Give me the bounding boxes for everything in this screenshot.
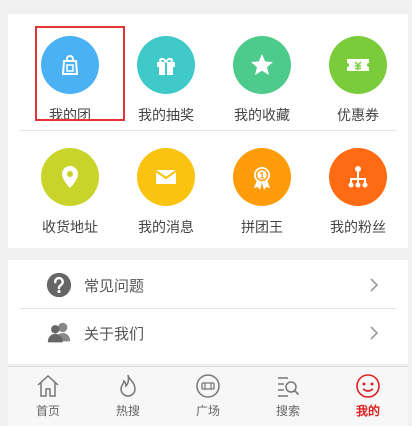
list-item-label: 常见问题 <box>84 276 145 295</box>
location-pin-icon <box>41 148 99 206</box>
list-divider <box>20 308 396 309</box>
tab-trending[interactable]: 热搜 <box>88 367 168 426</box>
grid-item-group-king[interactable]: 1 拼团王 <box>214 148 310 237</box>
grid-item-label: 收货地址 <box>42 220 98 236</box>
tab-mine[interactable]: 我的 <box>328 367 408 426</box>
tab-label: 热搜 <box>115 404 140 418</box>
people-icon <box>44 318 74 348</box>
grid-divider <box>20 130 396 131</box>
flame-icon <box>120 374 136 397</box>
tab-label: 搜索 <box>275 404 300 418</box>
medal-icon: 1 <box>233 148 291 206</box>
tab-label: 我的 <box>355 404 380 418</box>
grid-item-my-fans[interactable]: 我的粉丝 <box>310 148 406 237</box>
grid-item-label: 我的抽奖 <box>138 108 194 124</box>
grid-item-label: 拼团王 <box>241 220 283 236</box>
grid-item-coupons[interactable]: 优惠券 <box>310 36 406 125</box>
chevron-right-icon <box>370 278 379 292</box>
list-item-label: 关于我们 <box>84 324 145 343</box>
search-list-icon <box>278 377 300 397</box>
grid-item-my-messages[interactable]: 我的消息 <box>118 148 214 237</box>
tab-plaza[interactable]: 广场 <box>168 367 248 426</box>
info-list: 常见问题 关于我们 <box>8 260 408 364</box>
grid-item-label: 我的粉丝 <box>330 220 386 236</box>
svg-text:1: 1 <box>259 171 264 181</box>
tab-label: 首页 <box>35 404 60 418</box>
tab-search[interactable]: 搜索 <box>248 367 328 426</box>
plaza-icon <box>196 374 220 398</box>
grid-item-label: 优惠券 <box>337 108 379 124</box>
grid-item-label: 我的收藏 <box>234 108 290 124</box>
grid-item-my-favorites[interactable]: 我的收藏 <box>214 36 310 125</box>
chevron-right-icon <box>370 326 379 340</box>
list-item-faq[interactable]: 常见问题 <box>8 262 408 308</box>
envelope-icon <box>137 148 195 206</box>
top-strip <box>0 0 412 14</box>
tab-label: 广场 <box>195 404 220 418</box>
bottom-tab-bar: 首页 热搜 广场 搜索 我的 <box>8 366 408 426</box>
tab-home[interactable]: 首页 <box>8 367 88 426</box>
feature-grid: 我的团 我的抽奖 我的收藏 优惠券 收货地址 我的消息 1 拼团王 我的粉丝 <box>8 14 408 248</box>
list-item-about-us[interactable]: 关于我们 <box>8 310 408 356</box>
selection-highlight <box>35 26 125 121</box>
question-icon <box>44 270 74 300</box>
network-icon <box>329 148 387 206</box>
star-icon <box>233 36 291 94</box>
home-icon <box>37 374 59 397</box>
grid-item-my-lottery[interactable]: 我的抽奖 <box>118 36 214 125</box>
gift-icon <box>137 36 195 94</box>
coupon-icon <box>329 36 387 94</box>
smiley-icon <box>356 374 380 398</box>
grid-item-shipping-address[interactable]: 收货地址 <box>22 148 118 237</box>
grid-item-label: 我的消息 <box>138 220 194 236</box>
